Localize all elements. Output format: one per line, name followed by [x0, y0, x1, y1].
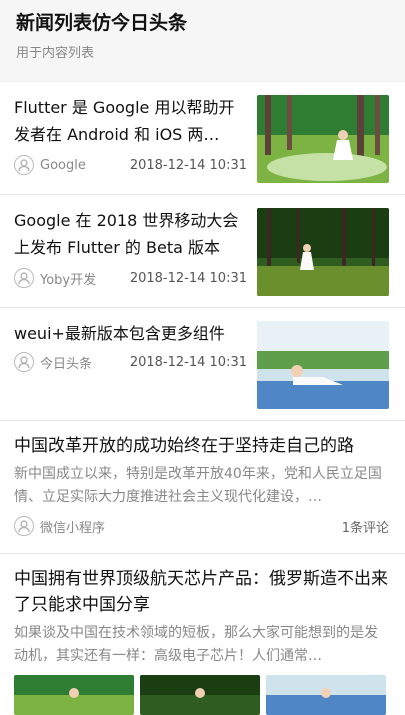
table-girl-icon: [266, 675, 386, 715]
news-thumbnail[interactable]: [266, 675, 386, 715]
news-item-text: Google 在 2018 世界移动大会上发布 Flutter 的 Beta 版…: [14, 207, 247, 289]
news-meta: 今日头条 2018-12-14 10:31: [14, 351, 247, 373]
news-time: 2018-12-14 10:31: [129, 270, 247, 286]
user-avatar-icon: [14, 155, 34, 175]
user-avatar-icon: [14, 352, 34, 372]
news-source: Google: [40, 157, 86, 173]
page-title: 新闻列表仿今日头条: [16, 12, 188, 34]
forest-girl-icon: [140, 675, 260, 715]
news-thumbnail[interactable]: [257, 208, 389, 296]
news-item[interactable]: weui+最新版本包含更多组件 今日头条 2018-12-14 10:31: [0, 308, 405, 421]
page-header: 新闻列表仿今日头条 用于内容列表: [0, 0, 405, 82]
news-meta: Yoby开发 2018-12-14 10:31: [14, 267, 247, 289]
news-source: Yoby开发: [40, 272, 97, 288]
park-girl-tree-icon: [257, 95, 389, 183]
news-item[interactable]: 中国改革开放的成功始终在于坚持走自己的路 新中国成立以来，特别是改革开放40年来…: [0, 421, 405, 554]
news-thumbnail[interactable]: [257, 95, 389, 183]
page-subtitle: 用于内容列表: [16, 46, 95, 61]
news-item[interactable]: 中国拥有世界顶级航天芯片产品：俄罗斯造不出来了只能求中国分享 如果谈及中国在技术…: [0, 554, 405, 715]
news-title[interactable]: Flutter 是 Google 用以帮助开发者在 Android 和 iOS …: [14, 94, 247, 148]
news-meta: 微信小程序 1条评论: [14, 515, 389, 537]
news-summary: 新中国成立以来，特别是改革开放40年来，党和人民立足国情、立足实际大力度推进社会…: [14, 466, 382, 505]
news-item-text: Flutter 是 Google 用以帮助开发者在 Android 和 iOS …: [14, 94, 247, 176]
user-avatar-icon: [14, 268, 34, 288]
news-title[interactable]: Google 在 2018 世界移动大会上发布 Flutter 的 Beta 版…: [14, 207, 247, 261]
news-source: 微信小程序: [40, 520, 106, 536]
park-girl-tree-icon: [14, 675, 134, 715]
news-meta: Google 2018-12-14 10:31: [14, 154, 247, 176]
news-item[interactable]: Flutter 是 Google 用以帮助开发者在 Android 和 iOS …: [0, 82, 405, 195]
news-title[interactable]: 中国改革开放的成功始终在于坚持走自己的路: [14, 433, 389, 459]
news-thumbnail[interactable]: [14, 675, 134, 715]
news-title[interactable]: 中国拥有世界顶级航天芯片产品：俄罗斯造不出来了只能求中国分享: [14, 566, 389, 618]
table-girl-icon: [257, 321, 389, 409]
news-time: 2018-12-14 10:31: [129, 157, 247, 173]
news-source: 今日头条: [40, 356, 93, 372]
news-item-text: weui+最新版本包含更多组件 今日头条 2018-12-14 10:31: [14, 320, 247, 373]
news-summary: 如果谈及中国在技术领域的短板，那么大家可能想到的是发动机，其实还有一样：高级电子…: [14, 625, 378, 664]
news-thumbnail[interactable]: [257, 321, 389, 409]
news-thumbnail[interactable]: [140, 675, 260, 715]
user-avatar-icon: [14, 516, 34, 536]
forest-girl-icon: [257, 208, 389, 296]
news-time: 2018-12-14 10:31: [129, 354, 247, 370]
news-item[interactable]: Google 在 2018 世界移动大会上发布 Flutter 的 Beta 版…: [0, 195, 405, 308]
news-list: Flutter 是 Google 用以帮助开发者在 Android 和 iOS …: [0, 82, 405, 715]
news-title[interactable]: weui+最新版本包含更多组件: [14, 320, 247, 347]
comment-count[interactable]: 1条评论: [342, 517, 389, 536]
